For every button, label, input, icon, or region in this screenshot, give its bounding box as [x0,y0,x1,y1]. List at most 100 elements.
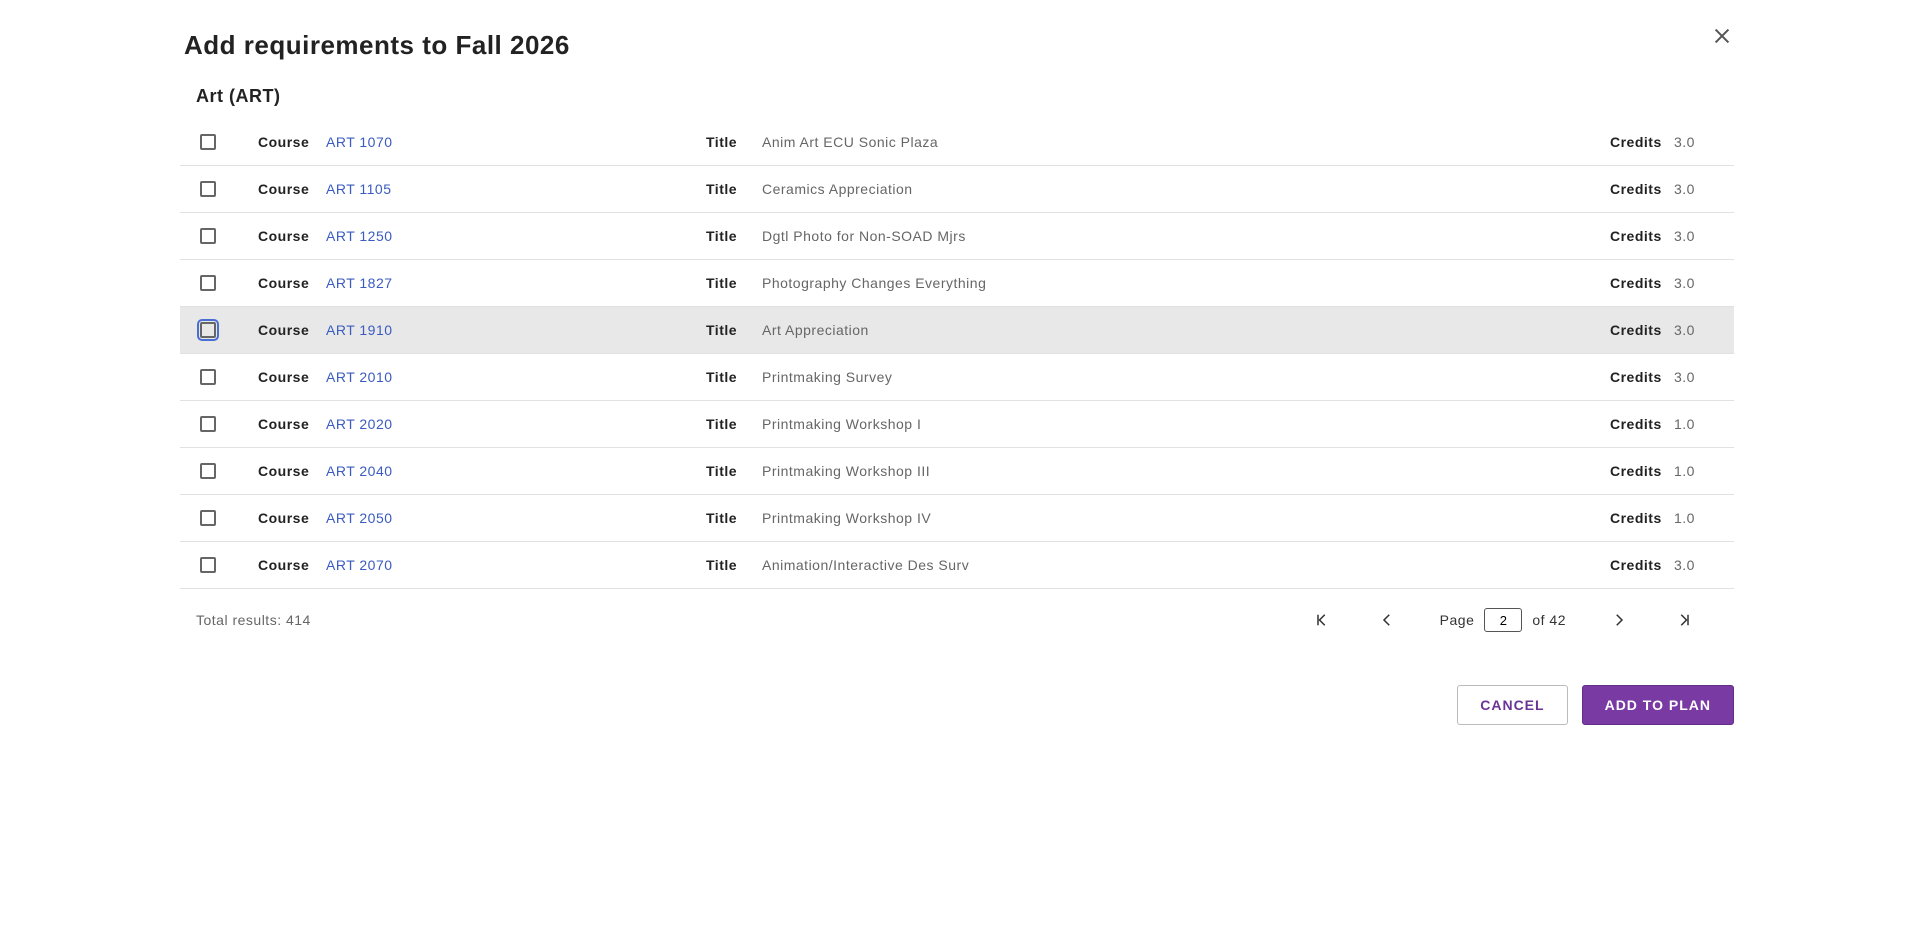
pager-controls: Page of 42 [1308,607,1698,633]
row-checkbox[interactable] [200,134,216,150]
last-page-button[interactable] [1672,607,1698,633]
course-code-link[interactable]: ART 1070 [326,134,393,150]
row-checkbox[interactable] [200,369,216,385]
title-label: Title [706,463,752,479]
course-label: Course [258,416,326,432]
course-row: Course ART 1070 Title Anim Art ECU Sonic… [180,119,1734,166]
course-link-cell: ART 1910 [326,322,706,338]
checkbox-cell [200,416,258,432]
checkbox-cell [200,181,258,197]
credits-label: Credits [1610,322,1674,338]
chevron-last-icon [1676,611,1694,629]
course-title: Printmaking Workshop IV [752,510,1610,526]
course-row: Course ART 1910 Title Art Appreciation C… [180,307,1734,354]
cancel-button[interactable]: CANCEL [1457,685,1567,725]
page-of-label: of 42 [1532,612,1566,628]
credits-label: Credits [1610,510,1674,526]
dialog-footer: CANCEL ADD TO PLAN [180,685,1740,725]
course-row: Course ART 1250 Title Dgtl Photo for Non… [180,213,1734,260]
row-checkbox[interactable] [200,275,216,291]
title-label: Title [706,369,752,385]
first-page-button[interactable] [1308,607,1334,633]
course-label: Course [258,134,326,150]
course-code-link[interactable]: ART 1250 [326,228,393,244]
course-code-link[interactable]: ART 2040 [326,463,393,479]
course-code-link[interactable]: ART 1105 [326,181,392,197]
course-label: Course [258,275,326,291]
row-checkbox[interactable] [200,322,216,338]
course-code-link[interactable]: ART 1910 [326,322,393,338]
credits-value: 3.0 [1674,557,1714,573]
credits-label: Credits [1610,369,1674,385]
course-link-cell: ART 2070 [326,557,706,573]
course-link-cell: ART 2010 [326,369,706,385]
row-checkbox[interactable] [200,181,216,197]
course-label: Course [258,557,326,573]
add-requirements-dialog: Add requirements to Fall 2026 Art (ART) … [180,0,1740,755]
credits-value: 1.0 [1674,463,1714,479]
next-page-button[interactable] [1606,607,1632,633]
section-header: Art (ART) [196,86,1734,107]
row-checkbox[interactable] [200,416,216,432]
add-to-plan-button[interactable]: ADD TO PLAN [1582,685,1734,725]
course-row: Course ART 1827 Title Photography Change… [180,260,1734,307]
course-title: Ceramics Appreciation [752,181,1610,197]
close-icon [1711,25,1733,47]
checkbox-cell [200,510,258,526]
course-link-cell: ART 1250 [326,228,706,244]
title-label: Title [706,416,752,432]
title-label: Title [706,510,752,526]
course-label: Course [258,369,326,385]
course-code-link[interactable]: ART 2020 [326,416,393,432]
course-label: Course [258,228,326,244]
course-row: Course ART 1105 Title Ceramics Appreciat… [180,166,1734,213]
credits-label: Credits [1610,275,1674,291]
course-link-cell: ART 2050 [326,510,706,526]
course-code-link[interactable]: ART 2070 [326,557,393,573]
chevron-right-icon [1610,611,1628,629]
course-label: Course [258,510,326,526]
course-link-cell: ART 1827 [326,275,706,291]
course-link-cell: ART 1070 [326,134,706,150]
credits-value: 3.0 [1674,369,1714,385]
credits-value: 3.0 [1674,322,1714,338]
course-row: Course ART 2020 Title Printmaking Worksh… [180,401,1734,448]
page-input[interactable] [1484,608,1522,632]
course-row: Course ART 2010 Title Printmaking Survey… [180,354,1734,401]
course-row: Course ART 2050 Title Printmaking Worksh… [180,495,1734,542]
credits-value: 3.0 [1674,228,1714,244]
row-checkbox[interactable] [200,510,216,526]
course-list: Course ART 1070 Title Anim Art ECU Sonic… [180,119,1734,589]
course-code-link[interactable]: ART 2010 [326,369,393,385]
close-button[interactable] [1706,20,1738,52]
course-code-link[interactable]: ART 2050 [326,510,393,526]
credits-value: 3.0 [1674,134,1714,150]
course-link-cell: ART 1105 [326,181,706,197]
course-label: Course [258,181,326,197]
course-title: Printmaking Workshop I [752,416,1610,432]
results-scroll-area[interactable]: Art (ART) Course ART 1070 Title Anim Art… [180,86,1740,633]
course-title: Dgtl Photo for Non-SOAD Mjrs [752,228,1610,244]
checkbox-cell [200,134,258,150]
credits-label: Credits [1610,557,1674,573]
course-title: Printmaking Workshop III [752,463,1610,479]
row-checkbox[interactable] [200,463,216,479]
dialog-title: Add requirements to Fall 2026 [184,30,1740,61]
credits-label: Credits [1610,228,1674,244]
title-label: Title [706,275,752,291]
prev-page-button[interactable] [1374,607,1400,633]
total-results: Total results: 414 [196,612,1308,628]
title-label: Title [706,181,752,197]
title-label: Title [706,557,752,573]
checkbox-cell [200,322,258,338]
course-title: Printmaking Survey [752,369,1610,385]
course-title: Art Appreciation [752,322,1610,338]
checkbox-cell [200,369,258,385]
page-indicator: Page of 42 [1440,608,1566,632]
row-checkbox[interactable] [200,557,216,573]
course-code-link[interactable]: ART 1827 [326,275,393,291]
checkbox-cell [200,463,258,479]
title-label: Title [706,228,752,244]
credits-value: 3.0 [1674,275,1714,291]
row-checkbox[interactable] [200,228,216,244]
